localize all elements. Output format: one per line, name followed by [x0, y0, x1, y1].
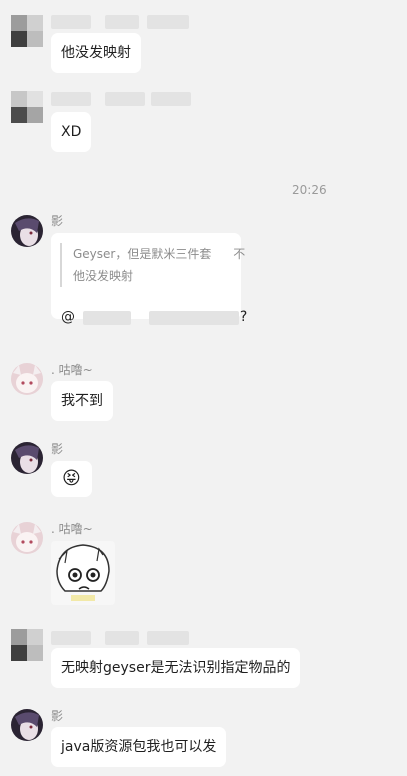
sender-name: . 咕噜~: [51, 522, 93, 536]
user-avatar[interactable]: [11, 442, 43, 474]
user-avatar[interactable]: [11, 709, 43, 741]
mention-suffix: ?: [239, 309, 248, 325]
quote-text-line2: 他没发映射: [73, 269, 134, 283]
user-avatar[interactable]: [11, 215, 43, 247]
user-avatar-pixelated[interactable]: [11, 91, 43, 123]
message-bubble[interactable]: 无映射geyser是无法识别指定物品的: [51, 648, 301, 688]
mention-at[interactable]: @: [61, 309, 75, 325]
sender-name: . 咕噜~: [51, 363, 93, 377]
quote-text: Geyser，但是默米三件套: [73, 247, 212, 261]
message-bubble[interactable]: XD: [51, 112, 92, 152]
quote-text-extra: 不: [233, 247, 246, 261]
mention-blurred[interactable]: [79, 309, 240, 325]
sender-name: 影: [51, 709, 64, 723]
sender-name: 影: [51, 214, 64, 228]
user-avatar-pixelated[interactable]: [11, 629, 43, 661]
message-bubble[interactable]: 我不到: [51, 381, 113, 421]
sender-name: 影: [51, 442, 64, 456]
sticker-image[interactable]: [51, 541, 115, 605]
message-bubble[interactable]: java版资源包我也可以发: [51, 727, 227, 767]
user-avatar[interactable]: [11, 363, 43, 395]
quote-reply-bubble[interactable]: Geyser，但是默米三件套 不 他没发映射 @ ?: [51, 233, 247, 325]
mention-line: @ ?: [61, 307, 247, 327]
message-bubble[interactable]: 他没发映射: [51, 33, 141, 73]
user-avatar[interactable]: [11, 522, 43, 554]
timestamp: 20:26: [292, 183, 327, 197]
quoted-message[interactable]: Geyser，但是默米三件套 不 他没发映射: [60, 243, 261, 287]
user-avatar-pixelated[interactable]: [11, 15, 43, 47]
emoji-bubble[interactable]: 😝: [51, 461, 92, 497]
